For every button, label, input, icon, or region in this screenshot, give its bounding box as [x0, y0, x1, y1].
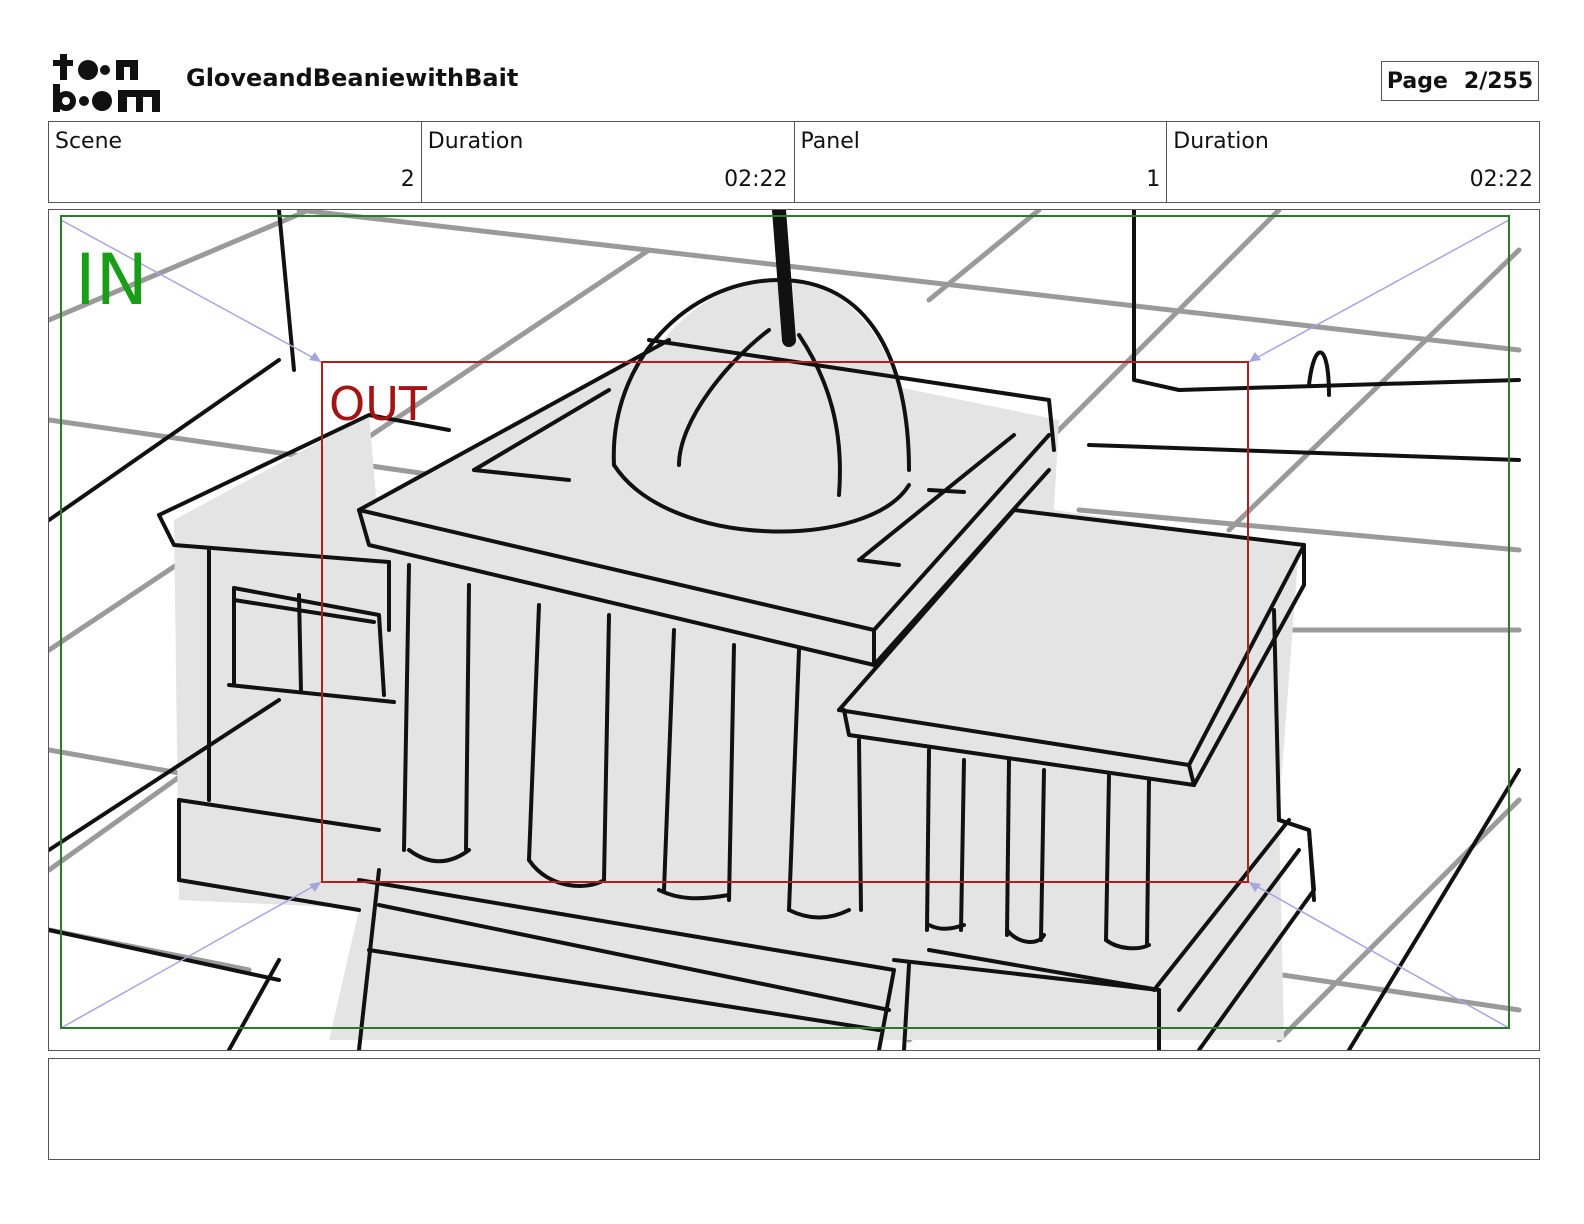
panel-duration-label: Duration — [1173, 129, 1269, 154]
panel-duration-value: 02:22 — [1469, 167, 1533, 192]
scene-cell: Scene 2 — [49, 122, 422, 202]
panel-cell: Panel 1 — [795, 122, 1168, 202]
panel-notes-box — [48, 1058, 1540, 1160]
page-number: 2/255 — [1463, 68, 1534, 94]
scene-value: 2 — [400, 167, 415, 192]
panel-value: 1 — [1146, 167, 1161, 192]
scene-label: Scene — [55, 129, 123, 154]
scene-info-table: Scene 2 Duration 02:22 Panel 1 Duration … — [48, 121, 1540, 203]
storyboard-sketch: IN OUT — [49, 210, 1522, 1050]
panel-label: Panel — [800, 129, 860, 154]
page-indicator: Page 2/255 — [1381, 61, 1539, 101]
scene-duration-cell: Duration 02:22 — [422, 122, 795, 202]
out-label: OUT — [329, 377, 428, 431]
toon-boom-logo — [50, 50, 166, 114]
page-label: Page — [1386, 68, 1448, 94]
storyboard-panel: IN OUT — [48, 209, 1540, 1051]
scene-duration-label: Duration — [427, 129, 524, 154]
panel-duration-cell: Duration 02:22 — [1167, 122, 1539, 202]
scene-duration-value: 02:22 — [724, 167, 788, 192]
project-title: GloveandBeaniewithBait — [186, 64, 519, 92]
in-label: IN — [75, 239, 148, 321]
